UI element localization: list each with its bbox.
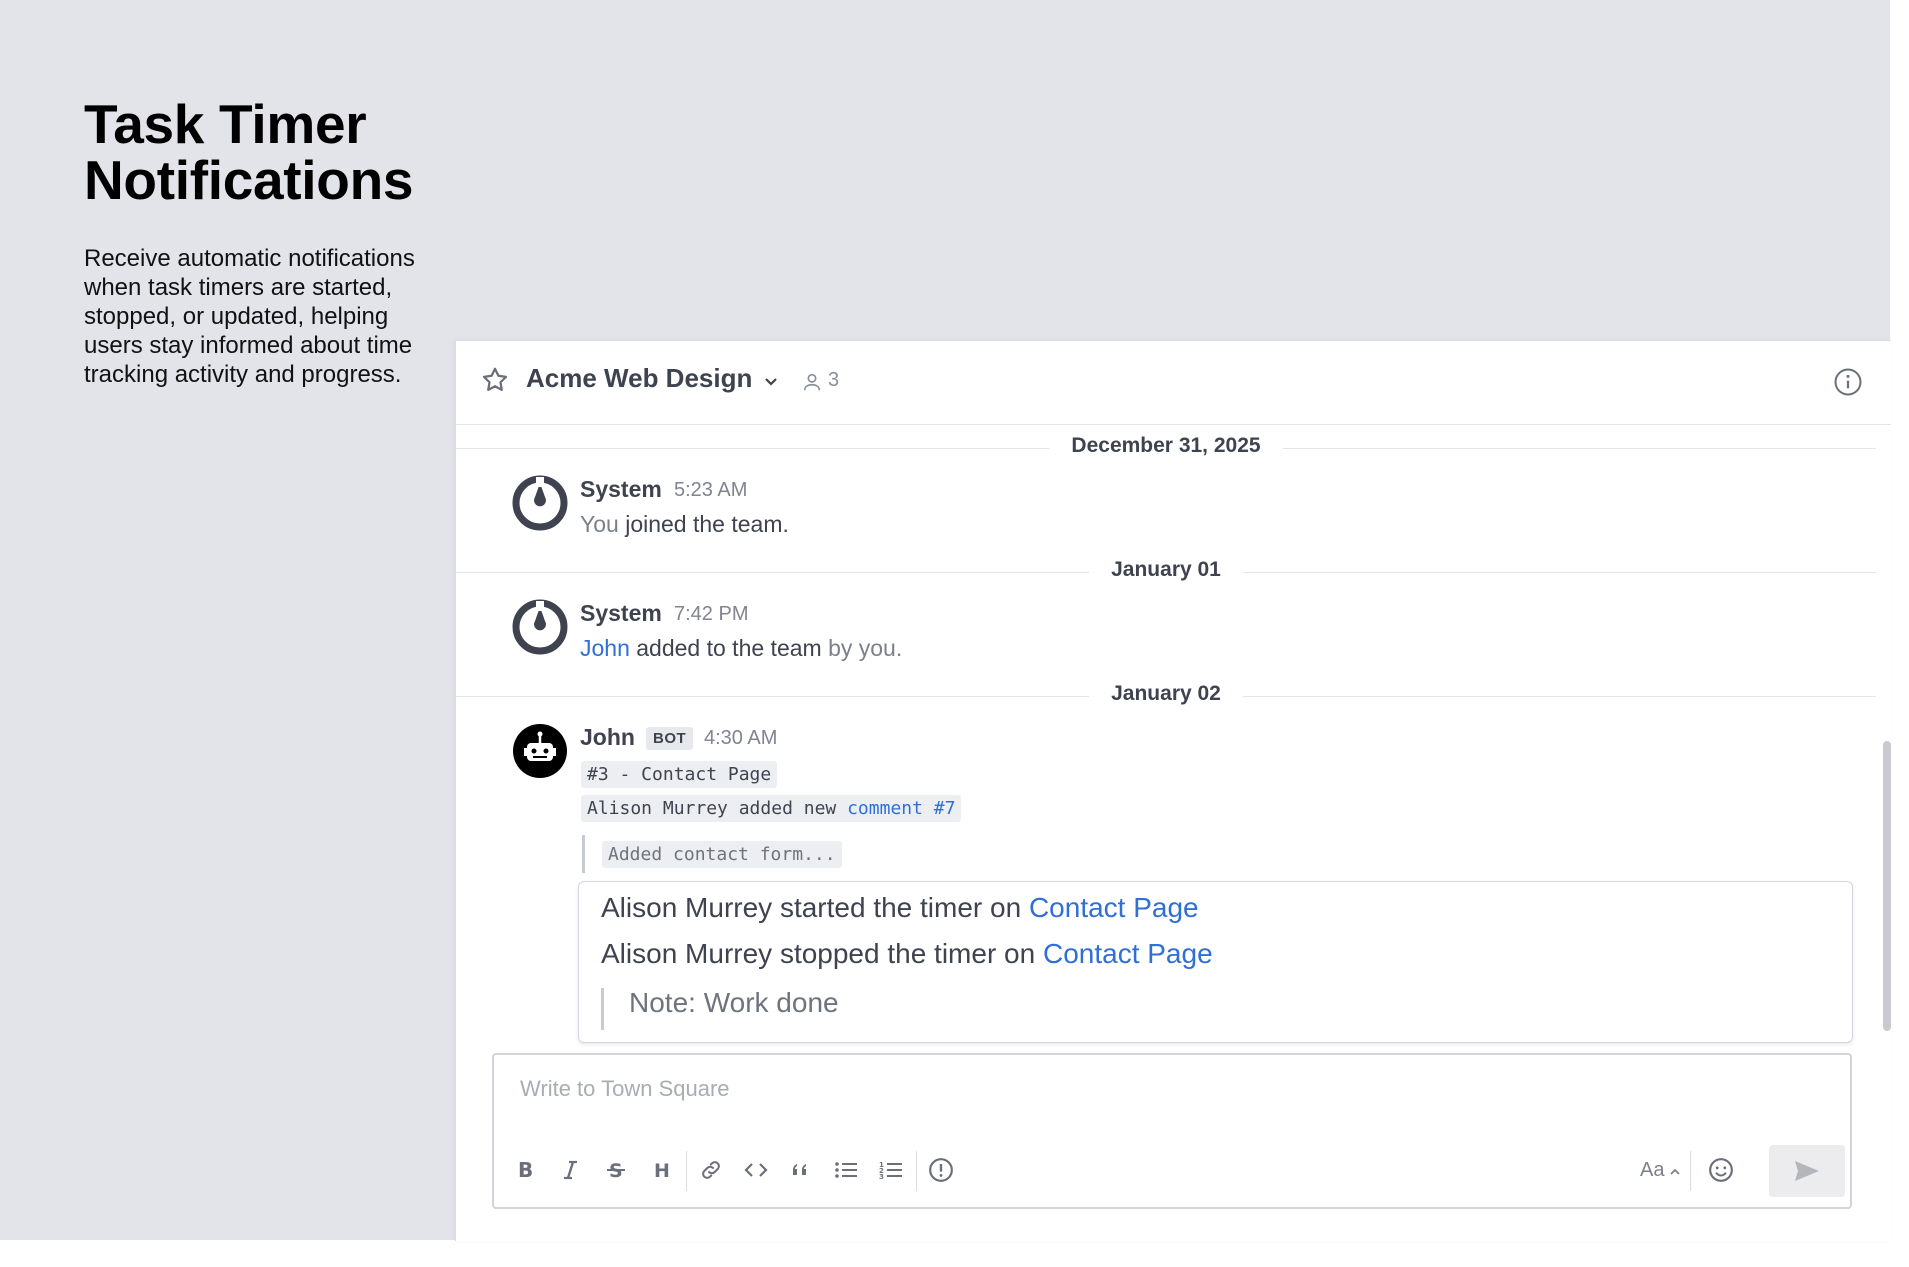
quote-bar bbox=[582, 835, 585, 873]
message-composer: B S H 123 Aa bbox=[492, 1053, 1852, 1209]
channel-header: Acme Web Design 3 bbox=[456, 341, 1891, 425]
task-link[interactable]: Contact Page bbox=[1043, 938, 1213, 969]
message-author[interactable]: John bbox=[580, 724, 635, 751]
toolbar-divider bbox=[686, 1151, 687, 1191]
send-icon bbox=[1795, 1161, 1819, 1181]
timer-stopped-line: Alison Murrey stopped the timer on Conta… bbox=[601, 938, 1213, 969]
date-separator: January 01 bbox=[456, 552, 1876, 592]
timer-started-line: Alison Murrey started the timer on Conta… bbox=[601, 892, 1199, 923]
chevron-up-icon bbox=[1670, 1168, 1680, 1175]
channel-name[interactable]: Acme Web Design bbox=[526, 363, 752, 394]
comment-quote: Added contact form... bbox=[602, 841, 842, 868]
code-button[interactable] bbox=[739, 1153, 773, 1187]
message-body: You joined the team. bbox=[580, 511, 789, 537]
timer-attachment: Alison Murrey started the timer on Conta… bbox=[578, 881, 1853, 1043]
code-icon bbox=[744, 1163, 768, 1177]
member-icon[interactable] bbox=[801, 371, 823, 393]
date-separator: December 31, 2025 bbox=[456, 428, 1876, 468]
message-time[interactable]: 5:23 AM bbox=[674, 479, 747, 502]
svg-text:B: B bbox=[518, 1159, 533, 1181]
message-time[interactable]: 4:30 AM bbox=[704, 727, 777, 750]
message-body: John added to the team by you. bbox=[580, 635, 903, 661]
task-link[interactable]: #3 - Contact Page bbox=[581, 761, 778, 788]
formatting-toggle[interactable]: Aa bbox=[1640, 1159, 1680, 1182]
italic-icon bbox=[564, 1160, 577, 1180]
info-icon[interactable] bbox=[1833, 367, 1863, 397]
bot-avatar-icon[interactable] bbox=[512, 723, 568, 779]
heading-icon: H bbox=[654, 1160, 670, 1181]
message-time[interactable]: 7:42 PM bbox=[674, 603, 748, 626]
page-title: Task Timer Notifications bbox=[84, 93, 414, 211]
user-mention[interactable]: John bbox=[580, 635, 630, 661]
bold-button[interactable]: B bbox=[508, 1153, 542, 1187]
system-avatar-icon[interactable] bbox=[512, 599, 568, 655]
bold-icon: B bbox=[518, 1159, 533, 1181]
italic-button[interactable] bbox=[554, 1153, 588, 1187]
bulleted-list-button[interactable] bbox=[829, 1153, 863, 1187]
chat-panel: Acme Web Design 3 December 31, 2025 Syst… bbox=[455, 340, 1891, 1241]
alert-circle-icon bbox=[929, 1158, 953, 1182]
send-button[interactable] bbox=[1769, 1145, 1845, 1197]
comment-notice: Alison Murrey added new comment #7 bbox=[581, 795, 962, 822]
comment-link[interactable]: comment #7 bbox=[847, 798, 955, 819]
member-count[interactable]: 3 bbox=[828, 369, 839, 392]
bot-badge: BOT bbox=[646, 727, 694, 750]
quote-bar bbox=[601, 988, 604, 1030]
svg-text:H: H bbox=[654, 1160, 670, 1181]
emoji-icon bbox=[1709, 1158, 1733, 1182]
link-button[interactable] bbox=[694, 1153, 728, 1187]
quote-button[interactable] bbox=[784, 1153, 818, 1187]
strikethrough-button[interactable]: S bbox=[599, 1153, 633, 1187]
numbered-list-button[interactable]: 123 bbox=[874, 1153, 908, 1187]
emoji-button[interactable] bbox=[1704, 1153, 1738, 1187]
chevron-down-icon[interactable] bbox=[764, 377, 778, 387]
scrollbar[interactable] bbox=[1883, 741, 1891, 1031]
priority-button[interactable] bbox=[924, 1153, 958, 1187]
message-author[interactable]: System bbox=[580, 476, 662, 503]
numbered-list-icon: 123 bbox=[879, 1161, 902, 1181]
page-description: Receive automatic notifications when tas… bbox=[84, 245, 415, 388]
timer-note: Note: Work done bbox=[629, 987, 839, 1018]
toolbar-divider bbox=[916, 1151, 917, 1191]
strikethrough-icon: S bbox=[607, 1160, 625, 1181]
toolbar-divider bbox=[1690, 1151, 1691, 1191]
task-link[interactable]: Contact Page bbox=[1029, 892, 1199, 923]
link-icon bbox=[702, 1161, 720, 1179]
heading-button[interactable]: H bbox=[644, 1153, 678, 1187]
svg-text:3: 3 bbox=[879, 1173, 884, 1181]
date-separator: January 02 bbox=[456, 676, 1876, 716]
quote-icon bbox=[793, 1164, 806, 1175]
message-input[interactable] bbox=[518, 1075, 1522, 1103]
message-author[interactable]: System bbox=[580, 600, 662, 627]
favorite-star-icon[interactable] bbox=[480, 365, 510, 395]
system-avatar-icon[interactable] bbox=[512, 475, 568, 531]
bulleted-list-icon bbox=[835, 1162, 857, 1178]
